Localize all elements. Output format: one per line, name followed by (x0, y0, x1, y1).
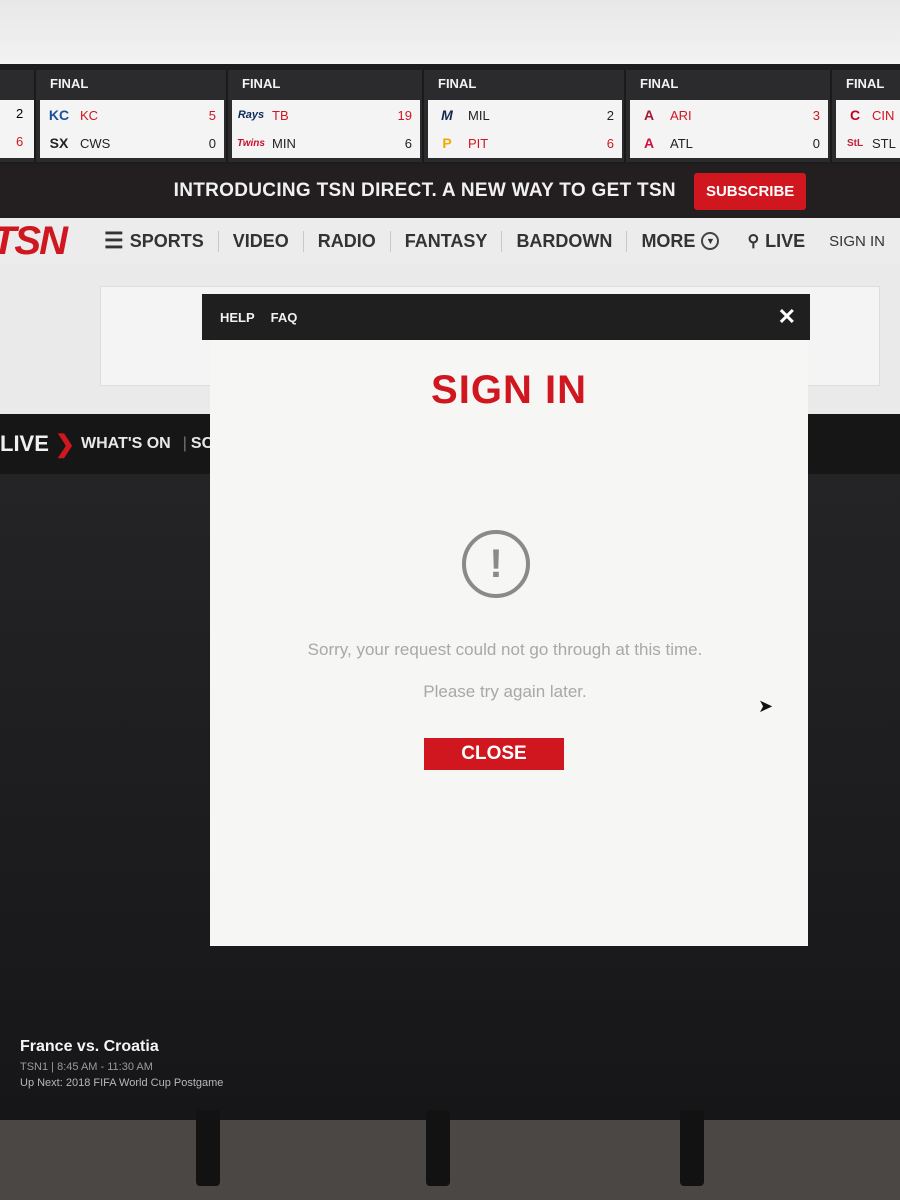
team-score: 3 (812, 107, 820, 123)
team-abbr: STL (872, 135, 896, 151)
close-button[interactable]: CLOSE (424, 738, 564, 770)
monitor-stand-leg (426, 1110, 450, 1186)
game-status: FINAL (846, 76, 885, 91)
game-status: FINAL (50, 76, 89, 91)
main-nav: TSN ☰ SPORTS VIDEO RADIO FANTASY BARDOWN… (0, 218, 900, 264)
team-abbr: CIN (872, 107, 895, 123)
search-icon[interactable]: ⚲ (747, 231, 759, 251)
subscribe-button[interactable]: SUBSCRIBE (693, 172, 807, 210)
team-score: 6 (606, 135, 614, 151)
game-card[interactable]: FINAL Rays TB 19 Twins MIN 6 (228, 70, 424, 162)
game-card[interactable]: FINAL C CIN StL STL (832, 70, 900, 162)
team-row: A ATL 0 (630, 129, 828, 157)
pirates-logo-icon: P (442, 135, 452, 151)
braves-logo-icon: A (643, 135, 655, 151)
warning-icon: ! (462, 530, 530, 598)
team-abbr: PIT (468, 135, 489, 151)
twins-logo-icon: Twins (237, 137, 265, 149)
whats-on-link[interactable]: WHAT'S ON (81, 435, 171, 453)
game-card[interactable]: FINAL A ARI 3 A ATL 0 (626, 70, 832, 162)
team-row: A ARI 3 (630, 101, 828, 129)
cardinals-logo-icon: StL (846, 137, 864, 149)
team-row: M MIL 2 (428, 101, 622, 129)
sign-in-modal: HELP FAQ ✕ SIGN IN ! Sorry, your request… (202, 294, 810, 950)
rays-logo-icon: Rays (237, 109, 265, 121)
game-status: FINAL (640, 76, 679, 91)
team-abbr: KC (80, 107, 99, 123)
team-abbr: MIL (468, 107, 490, 123)
game-card[interactable]: FINAL M MIL 2 P PIT 6 (424, 70, 626, 162)
nav-item-fantasy[interactable]: FANTASY (389, 230, 502, 252)
chevron-right-icon: ❯ (54, 430, 76, 458)
scoreboard: 2 6 FINAL KC KC 5 SX CWS 0 FINAL Rays TB… (0, 70, 900, 162)
team-row: Rays TB 19 (232, 101, 420, 129)
modal-title: SIGN IN (431, 368, 587, 412)
nav-item-radio[interactable]: RADIO (302, 230, 390, 252)
royals-logo-icon: KC (48, 107, 70, 123)
team-score: 19 (397, 107, 412, 123)
divider: | (182, 435, 187, 452)
team-row: P PIT 6 (428, 129, 622, 157)
now-playing: France vs. Croatia TSN1 | 8:45 AM - 11:3… (20, 1038, 223, 1089)
team-abbr: ATL (670, 135, 693, 151)
team-score: 6 (404, 135, 412, 151)
modal-header: HELP FAQ ✕ (202, 294, 810, 340)
tsn-logo[interactable]: TSN (0, 219, 90, 264)
error-message: Sorry, your request could not go through… (307, 640, 703, 659)
promo-bar: INTRODUCING TSN DIRECT. A NEW WAY TO GET… (0, 164, 900, 218)
partial-score: 6 (16, 134, 24, 149)
game-status: FINAL (438, 76, 477, 91)
monitor-stand-leg (680, 1110, 704, 1186)
team-row: StL STL (836, 129, 900, 157)
team-score: 5 (208, 107, 216, 123)
promo-text: INTRODUCING TSN DIRECT. A NEW WAY TO GET… (173, 180, 676, 201)
game-card[interactable]: FINAL KC KC 5 SX CWS 0 (36, 70, 228, 162)
team-score: 2 (606, 107, 614, 123)
nav-item-bardown[interactable]: BARDOWN (501, 230, 626, 252)
team-abbr: ARI (670, 107, 692, 123)
modal-body: SIGN IN ! Sorry, your request could not … (210, 340, 808, 946)
brewers-logo-icon: M (441, 107, 453, 123)
now-playing-title[interactable]: France vs. Croatia (20, 1038, 223, 1056)
team-row: Twins MIN 6 (232, 129, 420, 157)
white-sox-logo-icon: SX (49, 135, 69, 151)
live-label: LIVE (0, 431, 49, 456)
desk-surface (0, 1120, 900, 1200)
team-abbr: CWS (80, 135, 111, 151)
scoreboard-partial: 2 6 (0, 70, 36, 162)
team-abbr: MIN (272, 135, 296, 151)
now-playing-time: TSN1 | 8:45 AM - 11:30 AM (20, 1061, 153, 1073)
chevron-down-icon: ▼ (701, 232, 720, 250)
mouse-cursor-icon: ➤ (758, 696, 774, 716)
nav-item-sports[interactable]: ☰ SPORTS (90, 228, 218, 254)
hamburger-menu-icon: ☰ (104, 228, 124, 253)
team-row: SX CWS 0 (40, 129, 224, 157)
error-message-retry: Please try again later. (423, 682, 587, 701)
monitor-stand-leg (196, 1110, 220, 1186)
nav-item-more[interactable]: MORE ▼ (626, 230, 733, 252)
up-next: Up Next: 2018 FIFA World Cup Postgame (20, 1077, 224, 1089)
team-score: 0 (208, 135, 216, 151)
faq-link[interactable]: FAQ (271, 310, 298, 325)
close-icon[interactable]: ✕ (778, 304, 796, 330)
sign-in-link[interactable]: SIGN IN (829, 233, 885, 250)
game-status: FINAL (242, 76, 281, 91)
partial-score: 2 (16, 106, 24, 121)
team-abbr: TB (272, 107, 289, 123)
team-score: 0 (812, 135, 820, 151)
help-link[interactable]: HELP (220, 310, 255, 325)
team-row: KC KC 5 (40, 101, 224, 129)
nav-item-video[interactable]: VIDEO (217, 230, 303, 252)
nav-item-live[interactable]: ⚲ LIVE (733, 231, 819, 252)
reds-logo-icon: C (849, 107, 861, 123)
diamondbacks-logo-icon: A (643, 107, 655, 123)
team-row: C CIN (836, 101, 900, 129)
